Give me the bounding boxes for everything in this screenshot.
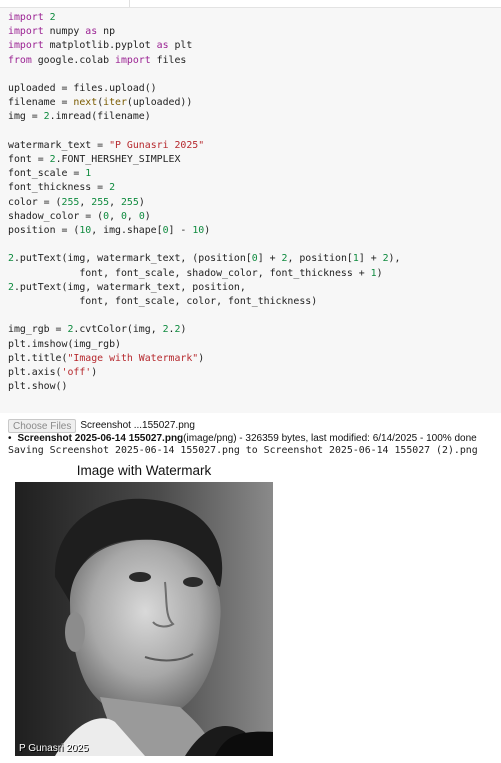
upload-file-info: • Screenshot 2025-06-14 155027.png(image/… xyxy=(8,433,477,444)
toolbar-strip xyxy=(0,0,501,8)
code-line: 2.putText(img, watermark_text, (position… xyxy=(8,253,401,265)
plot-title: Image with Watermark xyxy=(76,463,212,478)
toolbar-divider xyxy=(129,0,130,7)
code-line: font = 2.FONT_HERSHEY_SIMPLEX xyxy=(8,154,181,166)
code-line: color = (255, 255, 255) xyxy=(8,196,145,208)
code-line: font_scale = 1 xyxy=(8,168,92,180)
uploaded-file-name: Screenshot 2025-06-14 155027.png xyxy=(17,433,184,444)
code-line: font_thickness = 2 xyxy=(8,182,116,194)
code-line: font, font_scale, color, font_thickness) xyxy=(8,296,318,308)
code-line: filename = next(iter(uploaded)) xyxy=(8,97,193,109)
watermarked-image: P Gunasri 2025 xyxy=(15,482,273,756)
code-line: import numpy as np xyxy=(8,26,116,38)
code-editor[interactable]: import 2 import numpy as np import matpl… xyxy=(8,11,400,394)
code-line: plt.imshow(img_rgb) xyxy=(8,338,121,350)
uploaded-file-details: (image/png) - 326359 bytes, last modifie… xyxy=(183,433,477,444)
code-line: plt.axis('off') xyxy=(8,367,98,379)
portrait-photo xyxy=(15,482,273,756)
code-cell[interactable]: import 2 import numpy as np import matpl… xyxy=(0,8,501,413)
code-line: plt.show() xyxy=(8,381,68,393)
code-line: from google.colab import files xyxy=(8,54,187,66)
code-line: img_rgb = 2.cvtColor(img, 2.2) xyxy=(8,324,187,336)
code-line: shadow_color = (0, 0, 0) xyxy=(8,210,151,222)
code-line: uploaded = files.upload() xyxy=(8,83,157,95)
code-line: 2.putText(img, watermark_text, position, xyxy=(8,281,246,293)
code-line: img = 2.imread(filename) xyxy=(8,111,151,123)
saving-message: Saving Screenshot 2025-06-14 155027.png … xyxy=(8,445,478,456)
upload-widget: Choose Files Screenshot ...155027.png xyxy=(8,418,195,433)
choose-files-button[interactable]: Choose Files xyxy=(8,418,77,433)
chosen-file-name: Screenshot ...155027.png xyxy=(80,420,195,431)
code-line: import 2 xyxy=(8,12,56,23)
code-line: import matplotlib.pyplot as plt xyxy=(8,40,193,52)
code-line: plt.title("Image with Watermark") xyxy=(8,352,205,364)
watermark-text: P Gunasri 2025 xyxy=(19,743,89,754)
bullet-icon: • xyxy=(8,433,12,444)
code-line: watermark_text = "P Gunasri 2025" xyxy=(8,139,205,151)
code-line: position = (10, img.shape[0] - 10) xyxy=(8,225,211,237)
code-line: font, font_scale, shadow_color, font_thi… xyxy=(8,267,383,279)
